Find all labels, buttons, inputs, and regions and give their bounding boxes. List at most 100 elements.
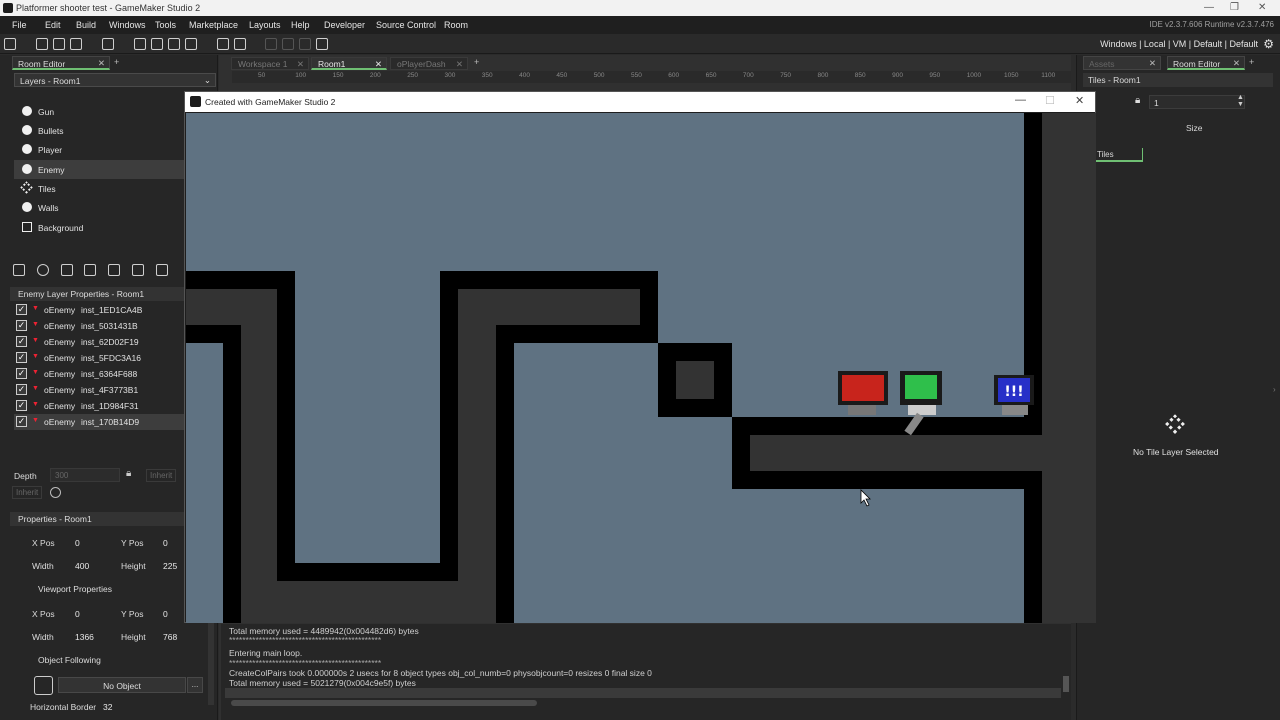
- menu-marketplace[interactable]: Marketplace: [189, 20, 238, 30]
- viewport-width-value[interactable]: 1366: [75, 632, 94, 642]
- tab-tiles[interactable]: Tiles: [1091, 148, 1143, 162]
- layer-bullets[interactable]: Bullets: [14, 121, 186, 140]
- minimize-icon[interactable]: —: [1015, 94, 1026, 106]
- viewport-height-value[interactable]: 768: [163, 632, 177, 642]
- visibility-checkbox[interactable]: ✓: [16, 368, 27, 379]
- new-project-icon[interactable]: [36, 38, 48, 50]
- game-viewport[interactable]: !!!: [186, 113, 1096, 623]
- instance-row[interactable]: ✓ ▼ oEnemy inst_5031431B: [14, 318, 186, 334]
- ypos-value[interactable]: 0: [163, 538, 168, 548]
- size-stepper-icon[interactable]: ▲ ▼: [1237, 94, 1244, 108]
- instance-row[interactable]: ✓ ▼ oEnemy inst_62D02F19: [14, 334, 186, 350]
- menu-layouts[interactable]: Layouts: [249, 20, 281, 30]
- output-input-bar[interactable]: [225, 688, 1061, 698]
- zoom-out-icon[interactable]: [265, 38, 277, 50]
- add-background-layer-icon[interactable]: [13, 264, 25, 276]
- menu-help[interactable]: Help: [291, 20, 310, 30]
- home-icon[interactable]: [4, 38, 16, 50]
- close-icon[interactable]: ✕: [456, 59, 463, 70]
- instance-row[interactable]: ✓ ▼ oEnemy inst_5FDC3A16: [14, 350, 186, 366]
- close-icon[interactable]: ✕: [1149, 58, 1156, 69]
- xpos-value[interactable]: 0: [75, 538, 80, 548]
- visibility-checkbox[interactable]: ✓: [16, 336, 27, 347]
- tab-room1[interactable]: Room1 ✕: [311, 57, 387, 70]
- tab-oplayerdash[interactable]: oPlayerDash ✕: [390, 57, 468, 70]
- object-following-icon[interactable]: [34, 676, 53, 695]
- menu-room[interactable]: Room: [444, 20, 468, 30]
- lock-icon[interactable]: 🔒︎: [126, 468, 131, 479]
- run-icon[interactable]: [151, 38, 163, 50]
- visibility-checkbox[interactable]: ✓: [16, 384, 27, 395]
- layers-dropdown[interactable]: Layers - Room1 ⌄: [14, 73, 216, 87]
- save-icon[interactable]: [70, 38, 82, 50]
- close-icon[interactable]: ✕: [1258, 2, 1266, 13]
- object-following-browse-button[interactable]: ...: [187, 677, 203, 693]
- instance-row[interactable]: ✓ ▼ oEnemy inst_6364F688: [14, 366, 186, 382]
- output-vscroll[interactable]: [1063, 676, 1069, 692]
- add-tab-icon[interactable]: +: [114, 57, 119, 67]
- menu-tools[interactable]: Tools: [155, 20, 176, 30]
- tab-assets[interactable]: Assets ✕: [1083, 56, 1161, 70]
- layer-tiles[interactable]: Tiles: [14, 179, 186, 198]
- close-icon[interactable]: ✕: [297, 59, 304, 70]
- add-effect-layer-icon[interactable]: [132, 264, 144, 276]
- maximize-icon[interactable]: ☐: [1045, 94, 1055, 107]
- menu-source-control[interactable]: Source Control: [376, 20, 436, 30]
- menu-file[interactable]: File: [12, 20, 27, 30]
- inherit-depth-button[interactable]: Inherit: [146, 469, 177, 482]
- open-project-icon[interactable]: [53, 38, 65, 50]
- instance-row[interactable]: ✓ ▼ oEnemy inst_4F3773B1: [14, 382, 186, 398]
- visibility-checkbox[interactable]: ✓: [16, 304, 27, 315]
- depth-input[interactable]: 300: [50, 468, 120, 482]
- layer-gun[interactable]: Gun: [14, 102, 186, 121]
- menu-developer[interactable]: Developer: [324, 20, 365, 30]
- instance-row[interactable]: ✓ ▼ oEnemy inst_1ED1CA4B: [14, 302, 186, 318]
- target-settings-icon[interactable]: ⚙: [1263, 37, 1274, 51]
- close-icon[interactable]: ✕: [1233, 58, 1240, 69]
- package-icon[interactable]: [102, 38, 114, 50]
- layer-enemy[interactable]: Enemy: [14, 160, 186, 179]
- visibility-checkbox[interactable]: ✓: [16, 320, 27, 331]
- target-selector[interactable]: Windows | Local | VM | Default | Default: [1100, 39, 1258, 49]
- game-window-titlebar[interactable]: Created with GameMaker Studio 2 — ☐ ✕: [185, 92, 1095, 112]
- brush-lock-icon[interactable]: 🔒︎: [1135, 95, 1140, 106]
- add-tile-layer-icon[interactable]: [61, 264, 73, 276]
- viewport-xpos-value[interactable]: 0: [75, 609, 80, 619]
- add-instance-layer-icon[interactable]: [37, 264, 49, 276]
- width-value[interactable]: 400: [75, 561, 89, 571]
- viewport-ypos-value[interactable]: 0: [163, 609, 168, 619]
- zoom-reset-icon[interactable]: [282, 38, 294, 50]
- visibility-checkbox[interactable]: ✓: [16, 416, 27, 427]
- tab-room-editor[interactable]: Room Editor ✕: [12, 56, 110, 70]
- add-folder-icon[interactable]: [156, 264, 168, 276]
- tab-room-editor-right[interactable]: Room Editor ✕: [1167, 56, 1245, 70]
- clean-icon[interactable]: [185, 38, 197, 50]
- close-icon[interactable]: ✕: [375, 59, 382, 70]
- close-icon[interactable]: ✕: [1075, 94, 1084, 107]
- brush-size-input[interactable]: 1: [1149, 95, 1245, 109]
- layer-options-icon[interactable]: [50, 487, 61, 498]
- game-window[interactable]: Created with GameMaker Studio 2 — ☐ ✕ !!…: [184, 91, 1096, 623]
- layer-player[interactable]: Player: [14, 140, 186, 159]
- help-icon[interactable]: [234, 38, 246, 50]
- visibility-checkbox[interactable]: ✓: [16, 352, 27, 363]
- restore-icon[interactable]: ❐: [1230, 2, 1239, 13]
- menu-windows[interactable]: Windows: [109, 20, 146, 30]
- height-value[interactable]: 225: [163, 561, 177, 571]
- output-scrollbar[interactable]: [231, 700, 537, 706]
- menu-build[interactable]: Build: [76, 20, 96, 30]
- menu-edit[interactable]: Edit: [45, 20, 61, 30]
- minimize-icon[interactable]: —: [1204, 2, 1214, 13]
- instance-row[interactable]: ✓ ▼ oEnemy inst_170B14D9: [14, 414, 186, 430]
- inherit-layer-button[interactable]: Inherit: [12, 486, 43, 499]
- layer-walls[interactable]: Walls: [14, 198, 186, 217]
- workspace-icon[interactable]: [316, 38, 328, 50]
- layer-background[interactable]: Background: [14, 218, 186, 237]
- add-asset-layer-icon[interactable]: [108, 264, 120, 276]
- debug-icon[interactable]: [134, 38, 146, 50]
- zoom-in-icon[interactable]: [299, 38, 311, 50]
- close-icon[interactable]: ✕: [98, 58, 105, 69]
- stop-icon[interactable]: [168, 38, 180, 50]
- visibility-checkbox[interactable]: ✓: [16, 400, 27, 411]
- horizontal-border-value[interactable]: 32: [103, 702, 112, 712]
